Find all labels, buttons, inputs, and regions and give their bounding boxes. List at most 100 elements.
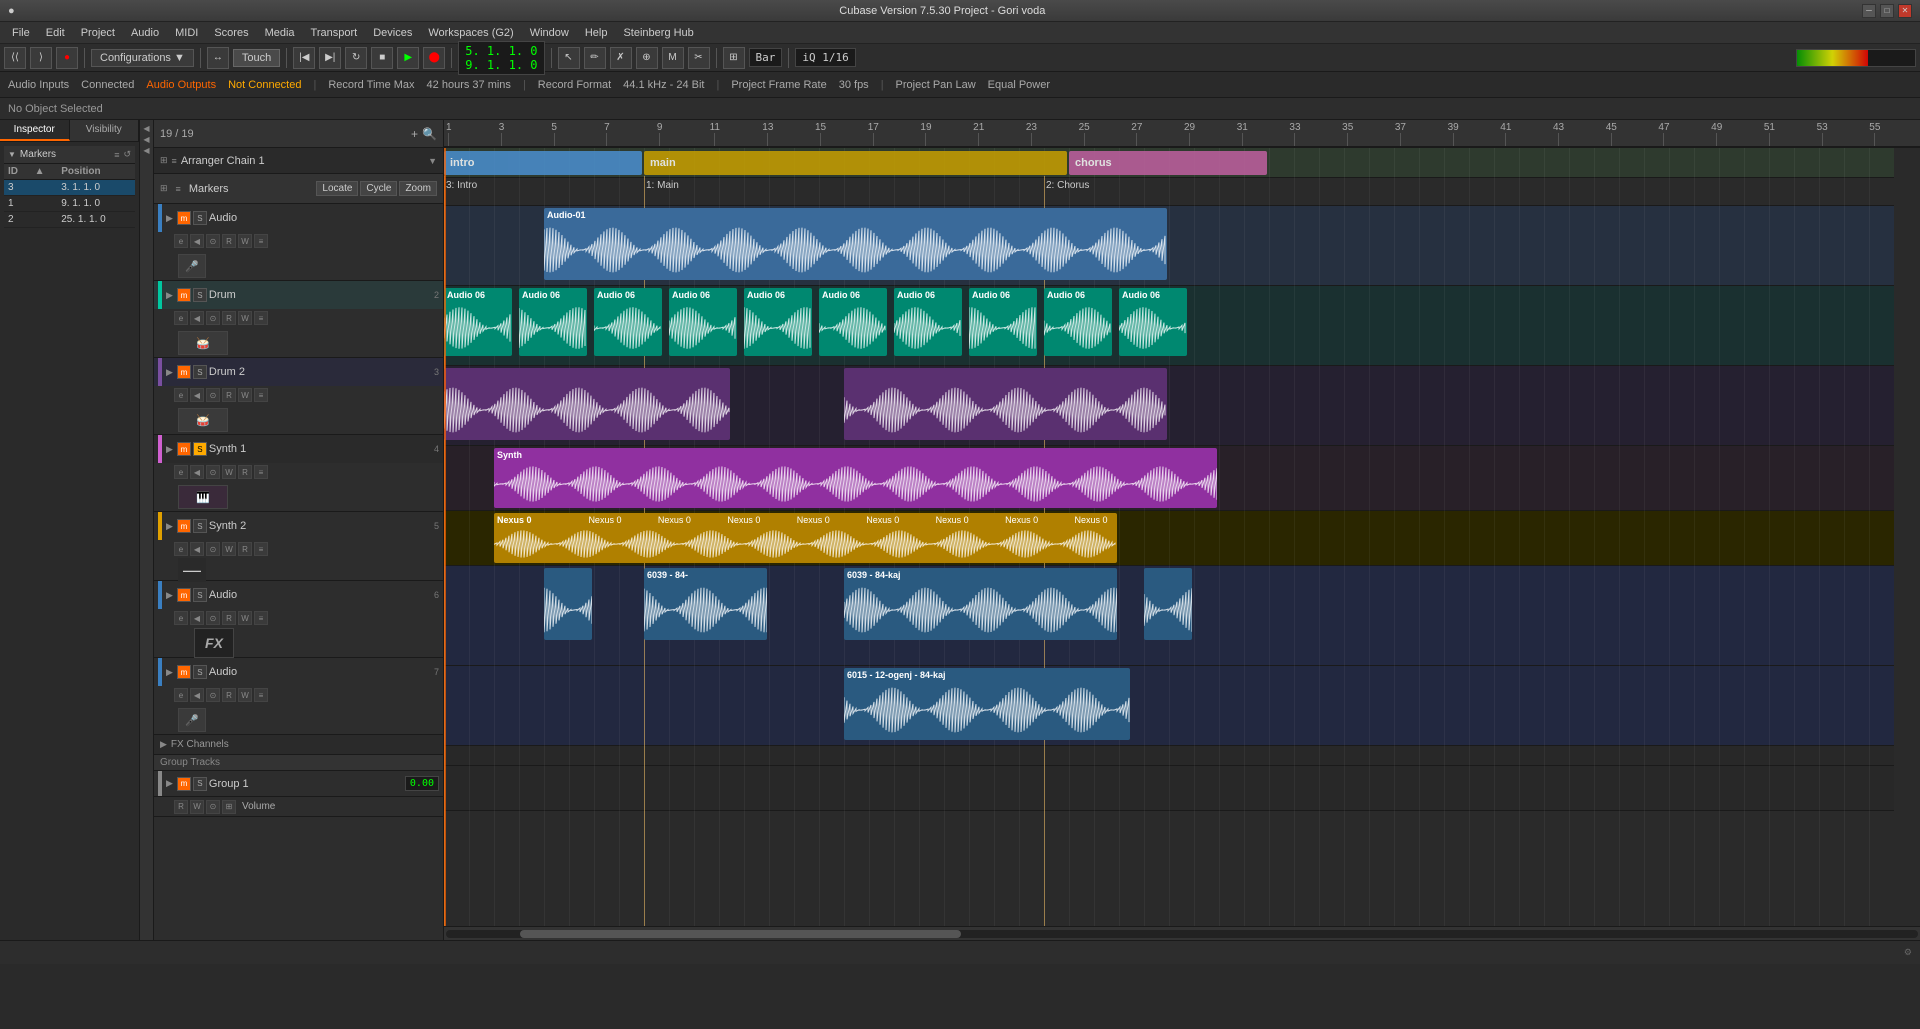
audio-inputs-btn[interactable]: Audio Inputs [8, 79, 69, 91]
marker-row[interactable]: 33. 1. 1. 0 [4, 180, 135, 196]
arranger-chain-expand[interactable]: ▼ [428, 156, 437, 166]
marker-row[interactable]: 225. 1. 1. 0 [4, 212, 135, 228]
clip-Audio06[interactable]: Audio 06 [819, 288, 887, 356]
menu-audio[interactable]: Audio [123, 25, 167, 41]
go-to-start-btn[interactable]: |◀ [293, 47, 315, 69]
track-insert-audio1[interactable]: W [238, 234, 252, 248]
menu-transport[interactable]: Transport [303, 25, 366, 41]
ctrl-3-drum1[interactable]: ⊙ [206, 311, 220, 325]
settings-icon[interactable]: ⚙ [1904, 947, 1912, 958]
clip-Audio06[interactable]: Audio 06 [444, 288, 512, 356]
clip-Audio06[interactable]: Audio 06 [669, 288, 737, 356]
track-mute-audio2[interactable]: m [177, 588, 191, 602]
scrollbar-thumb[interactable] [520, 930, 962, 938]
menu-workspaces[interactable]: Workspaces (G2) [420, 25, 521, 41]
track-read-audio1[interactable]: e [174, 234, 188, 248]
clip-[interactable] [544, 568, 592, 640]
menu-file[interactable]: File [4, 25, 38, 41]
clip-Synth[interactable]: Synth [494, 448, 1217, 508]
zoom-btn[interactable]: Zoom [399, 181, 437, 196]
transport-rewind-btn[interactable]: ⟨⟨ [4, 47, 26, 69]
marker-row[interactable]: 19. 1. 1. 0 [4, 196, 135, 212]
menu-scores[interactable]: Scores [206, 25, 256, 41]
configurations-dropdown[interactable]: Configurations ▼ [91, 49, 194, 67]
clip-6039-84-[interactable]: 6039 - 84- [644, 568, 767, 640]
ctrl-4-drum1[interactable]: R [222, 311, 236, 325]
track-mute-drum1[interactable]: m [177, 288, 191, 302]
menu-devices[interactable]: Devices [365, 25, 420, 41]
track-write-audio1[interactable]: ◀ [190, 234, 204, 248]
zoom-tool-btn[interactable]: ⊕ [636, 47, 658, 69]
track-expand-audio3[interactable]: ▶ [166, 667, 173, 678]
ctrl-2-synth1[interactable]: ◀ [190, 465, 204, 479]
stop-btn[interactable]: ■ [371, 47, 393, 69]
clip-Audio06[interactable]: Audio 06 [1044, 288, 1112, 356]
clip-Audio06[interactable]: Audio 06 [1119, 288, 1187, 356]
inspector-tab[interactable]: Inspector [0, 120, 70, 141]
ctrl-3-synth1[interactable]: ⊙ [206, 465, 220, 479]
clip-Nexus0[interactable]: Nexus 0 [494, 513, 1117, 563]
track-eq-audio1[interactable]: R [222, 234, 236, 248]
cycle-btn[interactable]: Cycle [360, 181, 397, 196]
snap-btn[interactable]: ⊞ [723, 47, 745, 69]
menu-steinberg-hub[interactable]: Steinberg Hub [615, 25, 701, 41]
clip-Audio06[interactable]: Audio 06 [894, 288, 962, 356]
track-mute-drum2[interactable]: m [177, 365, 191, 379]
touch-mode-btn[interactable]: Touch [233, 49, 280, 67]
track-solo-audio1[interactable]: S [193, 211, 207, 225]
ctrl-1-synth1[interactable]: e [174, 465, 188, 479]
ctrl-2-drum1[interactable]: ◀ [190, 311, 204, 325]
section-intro[interactable]: intro [444, 151, 642, 175]
clip-Audio-01[interactable]: Audio-01 [544, 208, 1167, 280]
track-solo-synth2[interactable]: S [193, 519, 207, 533]
track-solo-synth1[interactable]: S [193, 442, 207, 456]
clip-6015-12-ogenj-84-kaj[interactable]: 6015 - 12-ogenj - 84-kaj [844, 668, 1130, 740]
scissors-tool-btn[interactable]: ✂ [688, 47, 710, 69]
ctrl-5-drum2[interactable]: W [238, 388, 252, 402]
add-track-btn[interactable]: + [411, 127, 418, 141]
track-mute-synth1[interactable]: m [177, 442, 191, 456]
track-expand-synth2[interactable]: ▶ [166, 521, 173, 532]
collapse-strip[interactable]: ◀ ◀ ◀ [140, 120, 154, 940]
menu-window[interactable]: Window [522, 25, 577, 41]
clip-Audio06[interactable]: Audio 06 [519, 288, 587, 356]
track-solo-audio3[interactable]: S [193, 665, 207, 679]
clip-[interactable] [444, 368, 730, 440]
audio-outputs-btn[interactable]: Audio Outputs [146, 79, 216, 91]
connected-btn[interactable]: Connected [81, 79, 134, 91]
track-send-audio1[interactable]: ≡ [254, 234, 268, 248]
clip-Audio06[interactable]: Audio 06 [594, 288, 662, 356]
ctrl-2-drum2[interactable]: ◀ [190, 388, 204, 402]
track-mute-group1[interactable]: m [177, 777, 191, 791]
maximize-button[interactable]: □ [1880, 4, 1894, 18]
minimize-button[interactable]: ─ [1862, 4, 1876, 18]
equal-power-btn[interactable]: Equal Power [988, 79, 1050, 91]
play-btn[interactable]: ▶ [397, 47, 419, 69]
ctrl-6-drum1[interactable]: ≡ [254, 311, 268, 325]
track-expand-audio2[interactable]: ▶ [166, 590, 173, 601]
track-mute-audio1[interactable]: m [177, 211, 191, 225]
markers-header[interactable]: ▼ Markers ≡ ↺ [4, 146, 135, 164]
ctrl-1-drum2[interactable]: e [174, 388, 188, 402]
ctrl-6-synth1[interactable]: ≡ [254, 465, 268, 479]
menu-edit[interactable]: Edit [38, 25, 73, 41]
track-expand-drum1[interactable]: ▶ [166, 290, 173, 301]
track-solo-drum1[interactable]: S [193, 288, 207, 302]
project-pan-law-label[interactable]: Project Pan Law [896, 79, 976, 91]
close-button[interactable]: ✕ [1898, 4, 1912, 18]
ctrl-3-drum2[interactable]: ⊙ [206, 388, 220, 402]
horizontal-scrollbar[interactable] [444, 926, 1920, 940]
track-auto-audio1[interactable]: ⊙ [206, 234, 220, 248]
transport-record-btn[interactable]: ● [56, 47, 78, 69]
track-mute-audio3[interactable]: m [177, 665, 191, 679]
erase-tool-btn[interactable]: ✗ [610, 47, 632, 69]
select-tool-btn[interactable]: ↖ [558, 47, 580, 69]
track-mute-synth2[interactable]: m [177, 519, 191, 533]
menu-project[interactable]: Project [73, 25, 123, 41]
cycle-btn[interactable]: ↻ [345, 47, 367, 69]
ctrl-4-drum2[interactable]: R [222, 388, 236, 402]
menu-midi[interactable]: MIDI [167, 25, 206, 41]
arrangement-content[interactable]: intromainchorus3: Intro1: Main2: ChorusA… [444, 148, 1920, 926]
locate-btn[interactable]: Locate [316, 181, 358, 196]
section-chorus[interactable]: chorus [1069, 151, 1267, 175]
